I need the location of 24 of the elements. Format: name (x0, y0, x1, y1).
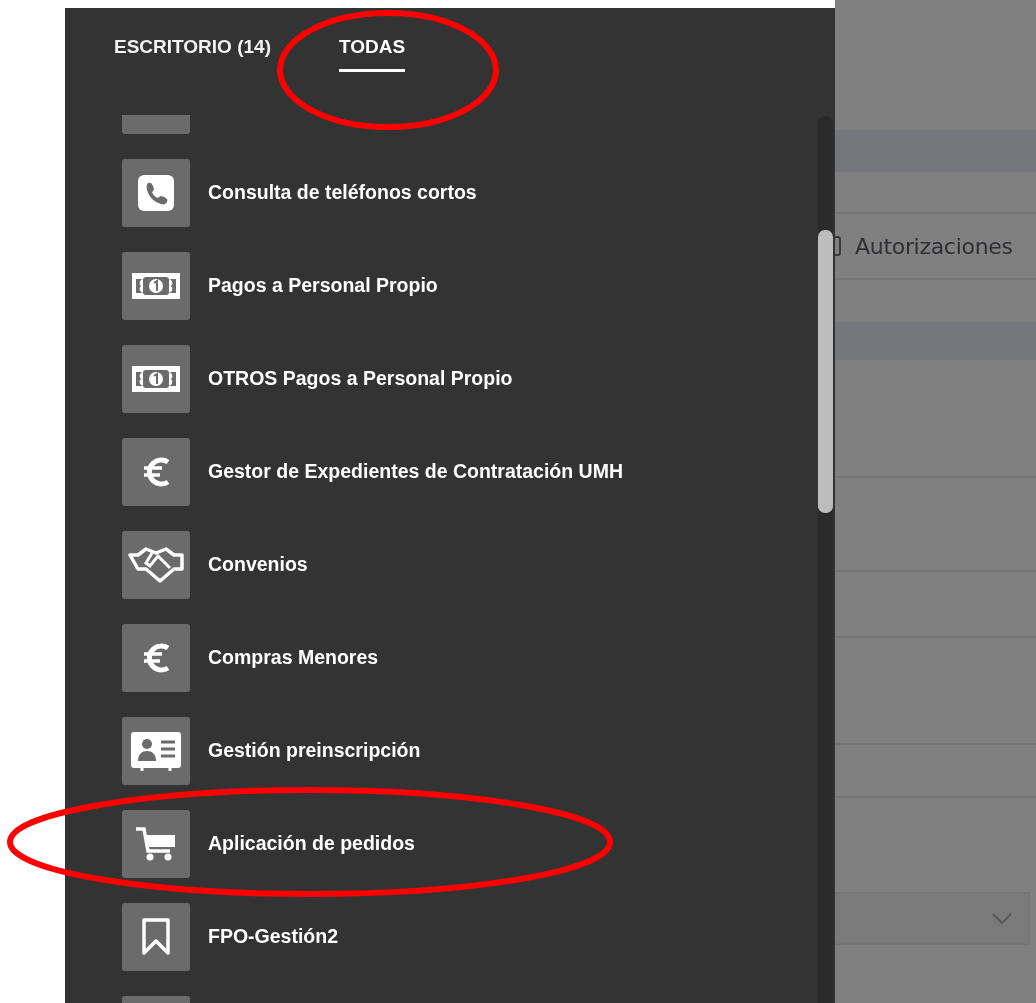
option-label: Autorizaciones (855, 233, 1013, 259)
app-link[interactable]: Aplicación de pedidos (65, 797, 818, 890)
app-link[interactable]: Gestor de Expedientes de Contratación UMH (65, 425, 818, 518)
app-link[interactable]: Gestión preinscripción (65, 704, 818, 797)
banknote-icon (122, 344, 190, 413)
banknote-icon (122, 251, 190, 320)
euro-icon (122, 623, 190, 692)
bookmark-icon (122, 902, 190, 971)
app-link[interactable]: FPO-Gestión2 (65, 890, 818, 983)
handshake-icon (122, 530, 190, 599)
app-link[interactable]: Consulta de teléfonos cortos (65, 146, 818, 239)
tab[interactable]: ESCRITORIO (14) (114, 34, 271, 72)
app-link[interactable]: Compras Menores (65, 611, 818, 704)
app-link[interactable]: OTROS Pagos a Personal Propio (65, 332, 818, 425)
app-link[interactable]: Pagos a Personal Propio (65, 239, 818, 332)
chevron-down-icon (992, 912, 1012, 925)
scrollbar-thumb[interactable] (818, 230, 833, 513)
id-card-icon (122, 716, 190, 785)
dropdown-field[interactable] (835, 892, 1030, 945)
scrollbar-track[interactable] (818, 116, 833, 1003)
euro-icon (122, 437, 190, 506)
cart-icon (122, 809, 190, 878)
tab[interactable]: TODAS (338, 34, 406, 72)
app-link[interactable]: Convenios (65, 518, 818, 611)
